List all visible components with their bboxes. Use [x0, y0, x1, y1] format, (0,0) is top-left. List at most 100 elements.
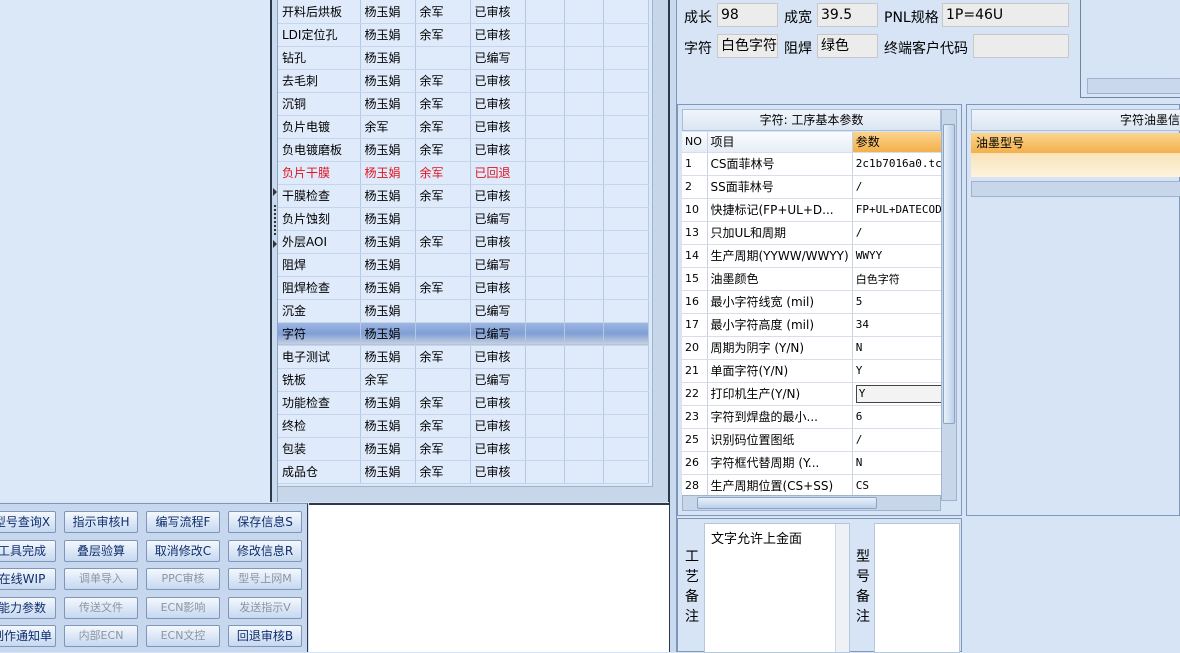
param-value-cell[interactable]: WWYY	[852, 244, 953, 268]
param-item-cell[interactable]: 生产周期(YYWW/WWYY)	[707, 244, 853, 268]
reviewer-cell[interactable]: 余军	[415, 437, 471, 461]
ink-model-header[interactable]: 油墨型号	[971, 133, 1180, 153]
process-step-cell[interactable]: LDI定位孔	[278, 23, 361, 47]
process-step-cell[interactable]: 去毛刺	[278, 69, 361, 93]
status-cell[interactable]: 已审核	[470, 230, 526, 254]
param-horizontal-scrollbar[interactable]	[682, 495, 941, 511]
empty-cell[interactable]	[564, 299, 604, 323]
process-step-cell[interactable]: 沉金	[278, 299, 361, 323]
process-row[interactable]: 字符 杨玉娟 已编写	[278, 322, 649, 346]
rollback-review-button[interactable]: 回退审核B	[228, 625, 302, 647]
empty-cell[interactable]	[525, 414, 565, 438]
status-cell[interactable]: 已审核	[470, 184, 526, 208]
col-no-header[interactable]: NO	[682, 132, 708, 153]
import-order-button[interactable]: 调单导入	[64, 568, 138, 590]
splitter-arrow-icon[interactable]	[273, 188, 277, 196]
param-row[interactable]: 2 SS面菲林号 /	[682, 175, 953, 199]
status-cell[interactable]: 已编写	[470, 46, 526, 70]
param-value-cell[interactable]: FP+UL+DATECODE	[852, 198, 953, 222]
vertical-divider[interactable]	[669, 0, 677, 652]
empty-cell[interactable]	[564, 322, 604, 346]
empty-cell[interactable]	[564, 253, 604, 277]
online-wip-button[interactable]: 在线WIP	[0, 568, 56, 590]
empty-cell[interactable]	[603, 0, 649, 24]
empty-cell[interactable]	[603, 207, 649, 231]
reviewer-cell[interactable]	[415, 322, 471, 346]
empty-cell[interactable]	[603, 92, 649, 116]
empty-cell[interactable]	[564, 23, 604, 47]
ink-row[interactable]	[971, 153, 1180, 177]
right-top-scrollbar[interactable]	[1087, 78, 1180, 94]
param-item-cell[interactable]: 识别码位置图纸	[707, 428, 853, 452]
empty-cell[interactable]	[603, 299, 649, 323]
editor-cell[interactable]: 杨玉娟	[360, 299, 416, 323]
editor-cell[interactable]: 杨玉娟	[360, 23, 416, 47]
empty-cell[interactable]	[525, 115, 565, 139]
param-value-cell[interactable]: /	[852, 221, 953, 245]
save-info-button[interactable]: 保存信息S	[228, 511, 302, 533]
empty-cell[interactable]	[564, 184, 604, 208]
empty-cell[interactable]	[525, 0, 565, 24]
model-query-button[interactable]: 型号查询X	[0, 511, 56, 533]
col-item-header[interactable]: 项目	[707, 132, 853, 153]
ppc-review-button[interactable]: PPC审核	[146, 568, 220, 590]
editor-cell[interactable]: 杨玉娟	[360, 253, 416, 277]
empty-cell[interactable]	[564, 368, 604, 392]
process-step-cell[interactable]: 负片电镀	[278, 115, 361, 139]
reviewer-cell[interactable]: 余军	[415, 460, 471, 484]
tool-complete-button[interactable]: 工具完成	[0, 540, 56, 562]
empty-cell[interactable]	[564, 46, 604, 70]
param-value-cell[interactable]: N	[852, 336, 953, 360]
param-item-cell[interactable]: 最小字符线宽 (mil)	[707, 290, 853, 314]
process-row[interactable]: 阻焊检查 杨玉娟 余军 已审核	[278, 276, 649, 300]
width-field[interactable]: 39.5	[817, 3, 878, 27]
empty-cell[interactable]	[564, 345, 604, 369]
ecn-control-button[interactable]: ECN文控	[146, 625, 220, 647]
param-row[interactable]: 23 字符到焊盘的最小... 6	[682, 405, 953, 429]
pnl-field[interactable]: 1P=46U	[942, 3, 1069, 27]
reviewer-cell[interactable]	[415, 253, 471, 277]
editor-cell[interactable]: 杨玉娟	[360, 92, 416, 116]
internal-ecn-button[interactable]: 内部ECN	[64, 625, 138, 647]
empty-cell[interactable]	[564, 276, 604, 300]
status-cell[interactable]: 已审核	[470, 69, 526, 93]
param-item-cell[interactable]: CS面菲林号	[707, 152, 853, 176]
status-cell[interactable]: 已审核	[470, 138, 526, 162]
process-step-cell[interactable]: 阻焊	[278, 253, 361, 277]
editor-cell[interactable]: 杨玉娟	[360, 414, 416, 438]
process-row[interactable]: 负片电镀 余军 余军 已审核	[278, 115, 649, 139]
send-file-button[interactable]: 传送文件	[64, 597, 138, 619]
process-row[interactable]: 铣板 余军 已编写	[278, 368, 649, 392]
editor-cell[interactable]: 杨玉娟	[360, 345, 416, 369]
param-row[interactable]: 28 生产周期位置(CS+SS) CS	[682, 474, 953, 498]
empty-cell[interactable]	[603, 276, 649, 300]
param-item-cell[interactable]: 只加UL和周期	[707, 221, 853, 245]
param-item-cell[interactable]: SS面菲林号	[707, 175, 853, 199]
process-row[interactable]: 沉铜 杨玉娟 余军 已审核	[278, 92, 649, 116]
process-row[interactable]: 电子测试 杨玉娟 余军 已审核	[278, 345, 649, 369]
param-item-cell[interactable]: 快捷标记(FP+UL+D...	[707, 198, 853, 222]
process-row[interactable]: 包装 杨玉娟 余军 已审核	[278, 437, 649, 461]
char-field[interactable]: 白色字符	[717, 34, 778, 58]
process-row[interactable]: 负片蚀刻 杨玉娟 已编写	[278, 207, 649, 231]
process-step-cell[interactable]: 铣板	[278, 368, 361, 392]
status-cell[interactable]: 已审核	[470, 414, 526, 438]
param-hscroll-thumb[interactable]	[697, 497, 877, 509]
editor-cell[interactable]: 杨玉娟	[360, 161, 416, 185]
process-horizontal-scrollbar[interactable]	[278, 486, 653, 502]
empty-cell[interactable]	[525, 368, 565, 392]
process-step-cell[interactable]: 负片蚀刻	[278, 207, 361, 231]
editor-cell[interactable]: 杨玉娟	[360, 207, 416, 231]
param-value-cell[interactable]: 6	[852, 405, 953, 429]
empty-cell[interactable]	[564, 437, 604, 461]
empty-cell[interactable]	[564, 391, 604, 415]
col-value-header[interactable]: 参数	[852, 132, 953, 153]
reviewer-cell[interactable]: 余军	[415, 0, 471, 24]
param-value-cell[interactable]: N	[852, 451, 953, 475]
empty-cell[interactable]	[525, 253, 565, 277]
customer-code-field[interactable]	[973, 34, 1069, 58]
param-row[interactable]: 25 识别码位置图纸 /	[682, 428, 953, 452]
param-row[interactable]: 15 油墨颜色 白色字符	[682, 267, 953, 291]
param-row[interactable]: 10 快捷标记(FP+UL+D... FP+UL+DATECODE	[682, 198, 953, 222]
status-cell[interactable]: 已编写	[470, 368, 526, 392]
